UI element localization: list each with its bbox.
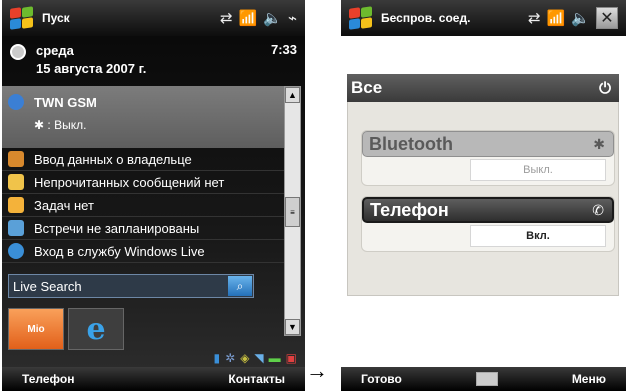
weekday: среда <box>36 43 74 58</box>
date-row[interactable]: среда 15 августа 2007 г. 7:33 <box>2 36 305 86</box>
window-title: Беспров. соед. <box>381 11 471 25</box>
wireless-manager-screen: Беспров. соед. ⇄ 📶 🔈 ✕ Все ⏻ Bluetooth ✱… <box>341 0 626 391</box>
bluetooth-card[interactable]: Bluetooth ✱ Выкл. <box>361 130 615 186</box>
time: 7:33 <box>270 42 297 57</box>
live-search-box[interactable]: Live Search ⌕ <box>8 274 254 298</box>
volume-icon[interactable]: 🔈 <box>263 9 282 27</box>
owner-icon <box>8 151 24 167</box>
internet-explorer-tile[interactable]: e <box>68 308 124 350</box>
softkey-bar: Телефон Контакты <box>2 367 305 391</box>
wifi-icon <box>8 94 24 110</box>
signal-icon[interactable]: 📶 <box>547 9 566 27</box>
arrow-icon: → <box>306 358 328 383</box>
battery-icon[interactable]: ⌁ <box>288 9 297 27</box>
phone-label: Телефон <box>370 199 449 220</box>
list-item-label: Встречи не запланированы <box>34 220 200 236</box>
start-title[interactable]: Пуск <box>42 11 70 25</box>
keyboard-icon[interactable] <box>475 372 498 386</box>
today-body: среда 15 августа 2007 г. 7:33 TWN GSM ✱ … <box>2 36 305 367</box>
message-icon <box>8 174 24 190</box>
scrollbar[interactable]: ▲ ≡ ▼ <box>284 86 301 336</box>
gps-icon[interactable]: ◈ <box>240 351 249 365</box>
list-item-label: Задач нет <box>34 197 94 213</box>
volume-icon[interactable]: 🔈 <box>571 9 590 27</box>
search-label: Live Search <box>13 278 82 294</box>
clock-icon <box>10 44 26 60</box>
phone-status: Вкл. <box>470 225 606 247</box>
scroll-up-button[interactable]: ▲ <box>285 87 300 103</box>
list-item-calendar[interactable]: Встречи не запланированы <box>2 217 284 240</box>
power-icon[interactable]: ⏻ <box>599 80 611 97</box>
search-icon[interactable]: ⌕ <box>228 276 252 296</box>
program-icon[interactable]: ▣ <box>286 351 297 365</box>
today-screen: Пуск ⇄ 📶 🔈 ⌁ среда 15 августа 2007 г. 7:… <box>2 0 305 391</box>
sync-icon[interactable]: ✲ <box>225 351 235 365</box>
list-item-label: Вход в службу Windows Live <box>34 243 205 259</box>
softkey-right[interactable]: Контакты <box>228 372 285 386</box>
calendar-icon <box>8 220 24 236</box>
connectivity-icon[interactable]: ⇄ <box>220 9 233 27</box>
bluetooth-icon: ✱ <box>593 135 605 152</box>
list-item-label: Непрочитанных сообщений нет <box>34 174 225 190</box>
scroll-thumb[interactable]: ≡ <box>285 197 300 227</box>
scroll-down-button[interactable]: ▼ <box>285 319 300 335</box>
close-icon[interactable]: ✕ <box>596 7 618 29</box>
list-item-tasks[interactable]: Задач нет <box>2 194 284 217</box>
phone-card[interactable]: Телефон ✆ Вкл. <box>361 196 615 252</box>
bluetooth-status: Выкл. <box>470 159 606 181</box>
wireless-item[interactable]: TWN GSM ✱ : Выкл. <box>2 86 284 148</box>
all-toggle[interactable]: Все ⏻ <box>347 74 619 102</box>
bluetooth-icon: ✱ <box>34 118 45 132</box>
tasks-icon <box>8 197 24 213</box>
phone-toggle[interactable]: Телефон ✆ <box>362 197 614 223</box>
all-label: Все <box>351 78 383 97</box>
mio-logo: Mio <box>27 323 45 335</box>
windows-start-icon[interactable] <box>8 5 38 31</box>
windows-start-icon[interactable] <box>347 5 377 31</box>
softkey-bar: Готово Меню <box>341 367 626 391</box>
network-name: TWN GSM <box>34 94 97 110</box>
list-item-label: Ввод данных о владельце <box>34 151 192 167</box>
bluetooth-status: : Выкл. <box>47 118 87 132</box>
windows-live-icon <box>8 243 24 259</box>
date: 15 августа 2007 г. <box>36 61 147 76</box>
status-bar: Беспров. соед. ⇄ 📶 🔈 ✕ <box>341 0 626 36</box>
battery-tray-icon[interactable]: ▬ <box>269 351 281 365</box>
mic-icon[interactable]: ▮ <box>214 351 221 365</box>
wireless-body: Все ⏻ Bluetooth ✱ Выкл. Телефон ✆ Вкл. <box>341 36 626 367</box>
softkey-left[interactable]: Готово <box>361 372 402 386</box>
softkey-right[interactable]: Меню <box>572 372 606 386</box>
signal-icon[interactable]: 📶 <box>239 9 258 27</box>
list-item-windows-live[interactable]: Вход в службу Windows Live <box>2 240 284 263</box>
list-item-messages[interactable]: Непрочитанных сообщений нет <box>2 171 284 194</box>
connectivity-icon[interactable]: ⇄ <box>528 9 541 27</box>
softkey-left[interactable]: Телефон <box>22 372 74 386</box>
wifi-tray-icon[interactable]: ◥ <box>254 351 263 365</box>
today-list: TWN GSM ✱ : Выкл. Ввод данных о владельц… <box>2 86 284 263</box>
bluetooth-toggle[interactable]: Bluetooth ✱ <box>362 131 614 157</box>
mio-app-tile[interactable]: Mio <box>8 308 64 350</box>
bluetooth-label: Bluetooth <box>369 133 453 154</box>
list-item-owner[interactable]: Ввод данных о владельце <box>2 148 284 171</box>
tray-icons: ▮ ✲ ◈ ◥ ▬ ▣ <box>214 351 297 365</box>
phone-icon: ✆ <box>592 201 604 218</box>
status-bar: Пуск ⇄ 📶 🔈 ⌁ <box>2 0 305 36</box>
